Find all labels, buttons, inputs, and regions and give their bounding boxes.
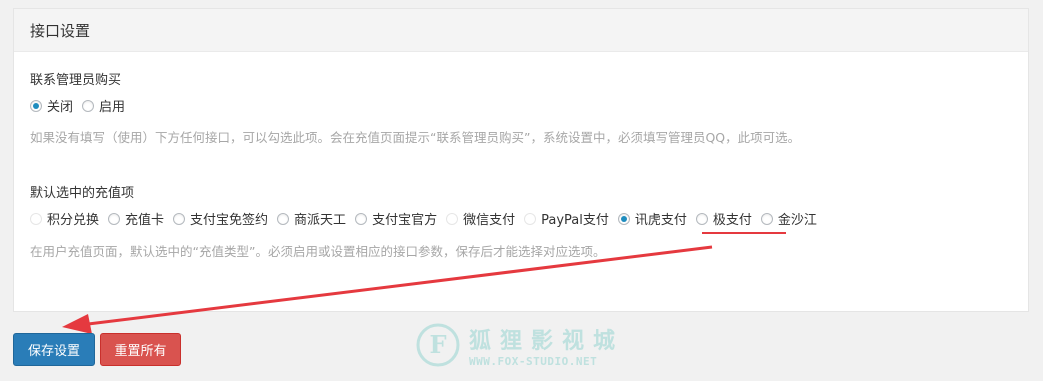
watermark-url: WWW.FOX-STUDIO.NET [469,354,598,368]
svg-text:F: F [429,330,446,359]
save-settings-button[interactable]: 保存设置 [13,333,95,366]
watermark: F 狐狸影视城 WWW.FOX-STUDIO.NET [415,322,624,368]
fox-studio-logo-icon: F [416,323,460,367]
watermark-name: 狐狸影视城 [469,328,625,354]
reset-all-button[interactable]: 重置所有 [100,333,181,366]
